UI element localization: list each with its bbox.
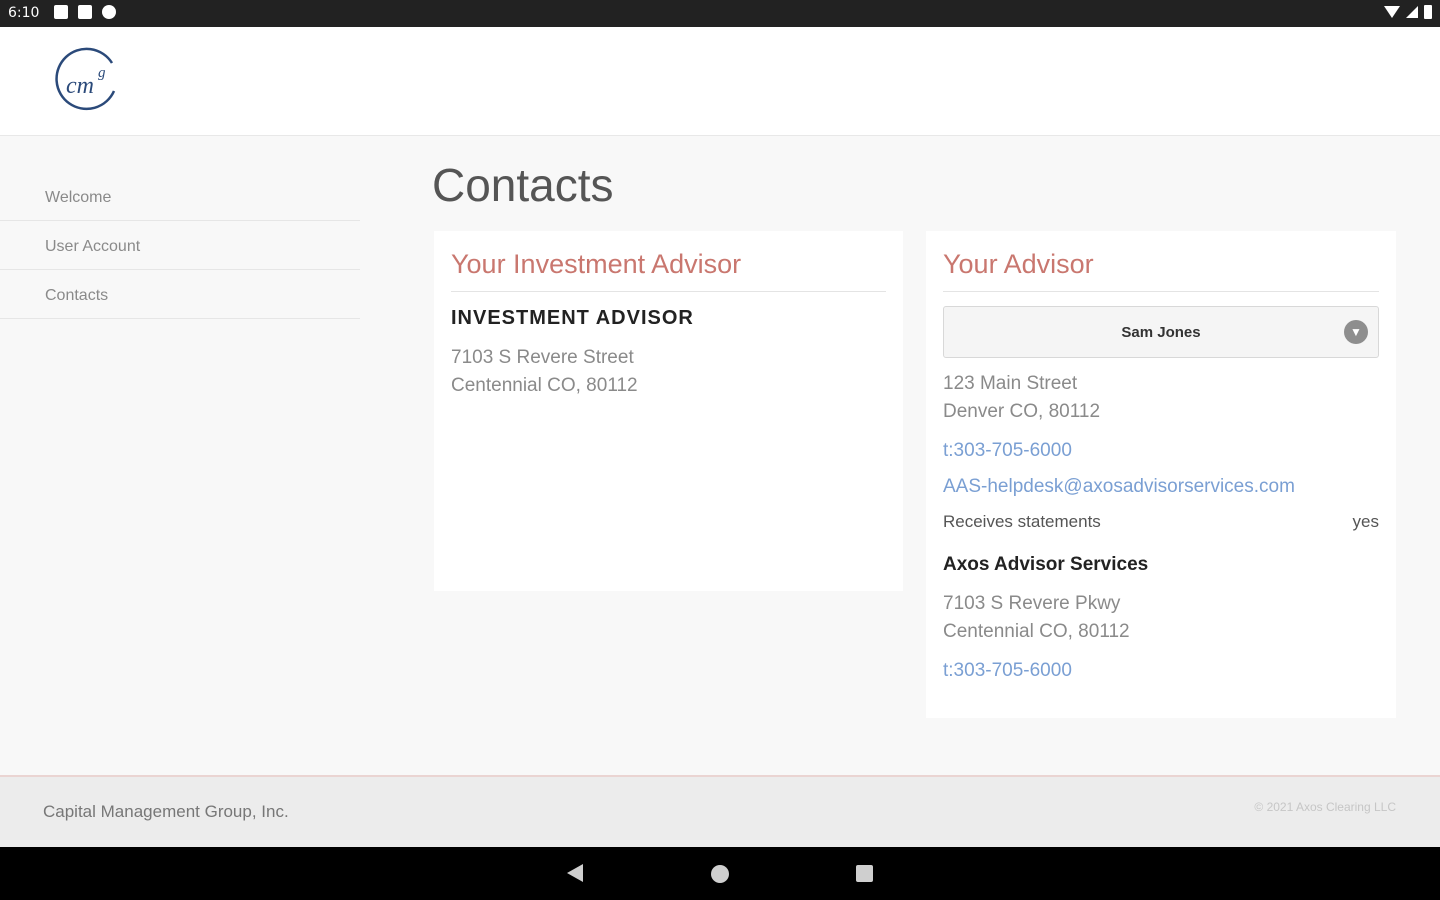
sidebar-item-welcome[interactable]: Welcome	[0, 172, 360, 221]
sidebar-nav: Welcome User Account Contacts	[0, 172, 360, 319]
company-phone-link[interactable]: t:303-705-6000	[943, 660, 1379, 682]
advisor-type: INVESTMENT ADVISOR	[451, 307, 694, 329]
logo-superscript: g	[98, 65, 106, 81]
advisor-card: Your Advisor Sam Jones ▼ 123 Main Street…	[926, 231, 1396, 718]
recent-apps-icon[interactable]	[856, 865, 873, 882]
wifi-icon	[1384, 6, 1400, 18]
address-line-1: 7103 S Revere Street	[451, 347, 634, 368]
back-icon[interactable]	[567, 864, 583, 882]
page-title: Contacts	[432, 159, 614, 211]
notification-icon	[54, 5, 68, 19]
receives-statements-label: Receives statements	[943, 512, 1101, 531]
address-line-2: Centennial CO, 80112	[451, 375, 638, 396]
logo-text: cm	[66, 73, 94, 99]
sidebar-item-contacts[interactable]: Contacts	[0, 270, 360, 319]
advisor-select-value: Sam Jones	[1121, 323, 1201, 341]
home-icon[interactable]	[711, 865, 729, 883]
cmg-logo[interactable]: cm g	[54, 47, 120, 113]
advisor-select[interactable]: Sam Jones ▼	[943, 306, 1379, 358]
phone-link[interactable]: t:303-705-6000	[943, 440, 1379, 462]
app-header: cm g	[0, 27, 1440, 136]
address-line-2: Denver CO, 80112	[943, 401, 1101, 422]
company-address-line-2: Centennial CO, 80112	[943, 621, 1130, 642]
status-time: 6:10	[8, 5, 40, 21]
signal-icon	[1406, 6, 1418, 18]
address-line-1: 123 Main Street	[943, 373, 1078, 394]
sync-icon	[102, 5, 116, 19]
sd-card-icon	[78, 5, 92, 19]
battery-icon	[1424, 5, 1432, 19]
footer-copyright: © 2021 Axos Clearing LLC	[1254, 800, 1396, 814]
company-name: Axos Advisor Services	[943, 554, 1149, 575]
company-address-line-1: 7103 S Revere Pkwy	[943, 593, 1121, 614]
footer: Capital Management Group, Inc. © 2021 Ax…	[0, 775, 1440, 849]
email-link[interactable]: AAS-helpdesk@axosadvisorservices.com	[943, 476, 1379, 498]
sidebar-item-user-account[interactable]: User Account	[0, 221, 360, 270]
receives-statements-value: yes	[1352, 512, 1379, 531]
footer-company: Capital Management Group, Inc.	[43, 802, 289, 821]
card-title: Your Investment Advisor	[451, 231, 886, 292]
receives-statements-row: Receives statements yes	[943, 512, 1379, 532]
chevron-down-icon: ▼	[1344, 320, 1368, 344]
card-title: Your Advisor	[943, 231, 1379, 292]
investment-advisor-card: Your Investment Advisor INVESTMENT ADVIS…	[434, 231, 903, 591]
system-nav-bar	[0, 847, 1440, 900]
status-bar: 6:10	[0, 0, 1440, 27]
